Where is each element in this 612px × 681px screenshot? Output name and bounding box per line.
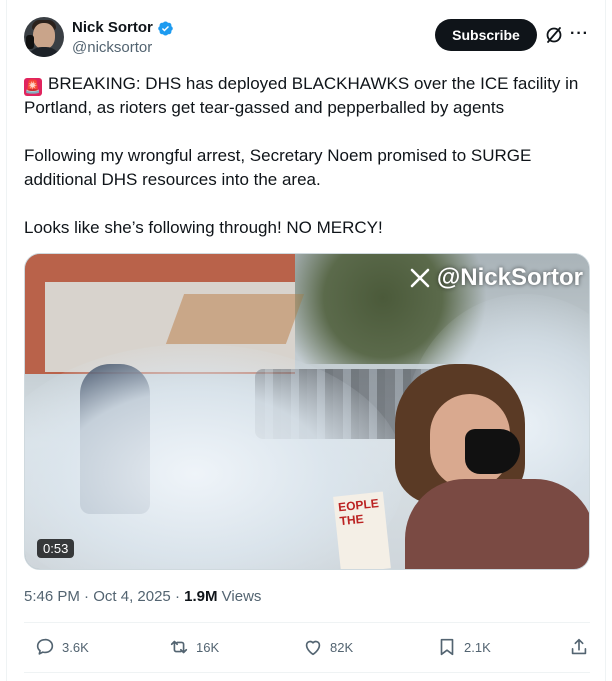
tweet-line-3: Looks like she’s following through! NO M… [24, 218, 383, 237]
tweet-card: Nick Sortor @nicksortor Subscribe ··· 🚨 B… [6, 0, 606, 681]
bookmark-icon [440, 638, 454, 656]
bookmark-count: 2.1K [464, 639, 491, 655]
bookmark-button[interactable]: 2.1K [436, 636, 491, 658]
like-button[interactable]: 82K [302, 636, 353, 658]
divider [24, 622, 590, 623]
share-button[interactable] [568, 636, 590, 658]
heart-icon [305, 640, 321, 656]
divider [24, 672, 590, 673]
grok-icon[interactable] [544, 25, 564, 45]
author-handle[interactable]: @nicksortor [72, 39, 152, 56]
x-logo-icon [410, 268, 430, 288]
subscribe-button[interactable]: Subscribe [435, 19, 537, 51]
protest-sign: EOPLE THE [333, 491, 391, 569]
author-name[interactable]: Nick Sortor [72, 19, 153, 37]
tweet-line-2: Following my wrongful arrest, Secretary … [24, 146, 532, 189]
video-watermark: @NickSortor [409, 264, 583, 292]
reply-button[interactable]: 3.6K [34, 636, 89, 658]
tweet-line-1-text: BREAKING: DHS has deployed BLACKHAWKS ov… [24, 74, 579, 117]
verified-badge-icon [158, 21, 173, 35]
siren-icon: 🚨 [24, 78, 42, 96]
repost-icon [170, 640, 188, 654]
tweet-text: 🚨 BREAKING: DHS has deployed BLACKHAWKS o… [24, 72, 594, 240]
action-bar: 3.6K 16K 82K 2.1K [24, 636, 590, 662]
tweet-meta: 5:46 PM · Oct 4, 2025 · 1.9M Views [24, 588, 262, 605]
person-foreground [375, 364, 589, 569]
watermark-handle: @NickSortor [436, 264, 583, 291]
reply-count: 3.6K [62, 639, 89, 655]
video-player[interactable]: EOPLE THE @NickSortor 0:53 [24, 253, 590, 570]
tweet-line-1: 🚨 BREAKING: DHS has deployed BLACKHAWKS o… [24, 72, 594, 120]
repost-count: 16K [196, 639, 220, 655]
repost-button[interactable]: 16K [168, 636, 219, 658]
video-duration: 0:53 [37, 539, 75, 558]
tweet-date[interactable]: Oct 4, 2025 [93, 588, 171, 605]
tweet-time[interactable]: 5:46 PM [24, 588, 80, 605]
views-label: Views [221, 588, 262, 605]
avatar[interactable] [24, 17, 64, 57]
like-count: 82K [330, 639, 354, 655]
author-name-row: Nick Sortor [72, 19, 174, 37]
share-icon [571, 638, 587, 655]
reply-icon [36, 638, 54, 655]
views-count: 1.9M [184, 588, 218, 605]
more-icon[interactable]: ··· [570, 26, 589, 42]
